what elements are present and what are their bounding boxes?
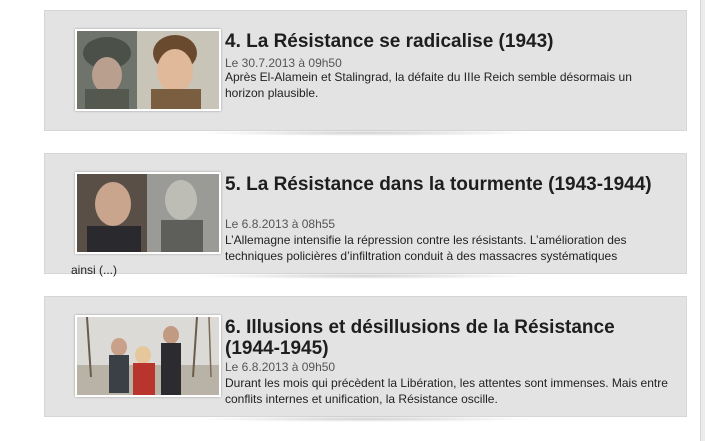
article-summary: Durant les mois qui précèdent la Libérat… bbox=[225, 376, 668, 406]
article-date: Le 6.8.2013 à 08h55 bbox=[225, 217, 336, 231]
article-card-5[interactable]: 5. La Résistance dans la tourmente (1943… bbox=[44, 153, 687, 279]
article-title[interactable]: 6. Illusions et désillusions de la Résis… bbox=[225, 317, 665, 359]
article-summary: Après El-Alamein et Stalingrad, la défai… bbox=[225, 70, 632, 100]
article-thumbnail[interactable] bbox=[75, 29, 221, 111]
article-title[interactable]: 4. La Résistance se radicalise (1943) bbox=[225, 31, 665, 52]
article-summary-overflow: ainsi (...) bbox=[71, 263, 118, 277]
scrollbar[interactable] bbox=[700, 0, 705, 441]
article-date: Le 6.8.2013 à 09h50 bbox=[225, 360, 336, 374]
article-title[interactable]: 5. La Résistance dans la tourmente (1943… bbox=[225, 174, 665, 195]
article-thumbnail[interactable] bbox=[75, 315, 221, 397]
article-card-4[interactable]: 4. La Résistance se radicalise (1943) Le… bbox=[44, 10, 687, 136]
article-date: Le 30.7.2013 à 09h50 bbox=[225, 56, 342, 70]
article-thumbnail[interactable] bbox=[75, 172, 221, 254]
article-card-6[interactable]: 6. Illusions et désillusions de la Résis… bbox=[44, 296, 687, 422]
article-summary: L’Allemagne intensifie la répression con… bbox=[225, 233, 627, 263]
